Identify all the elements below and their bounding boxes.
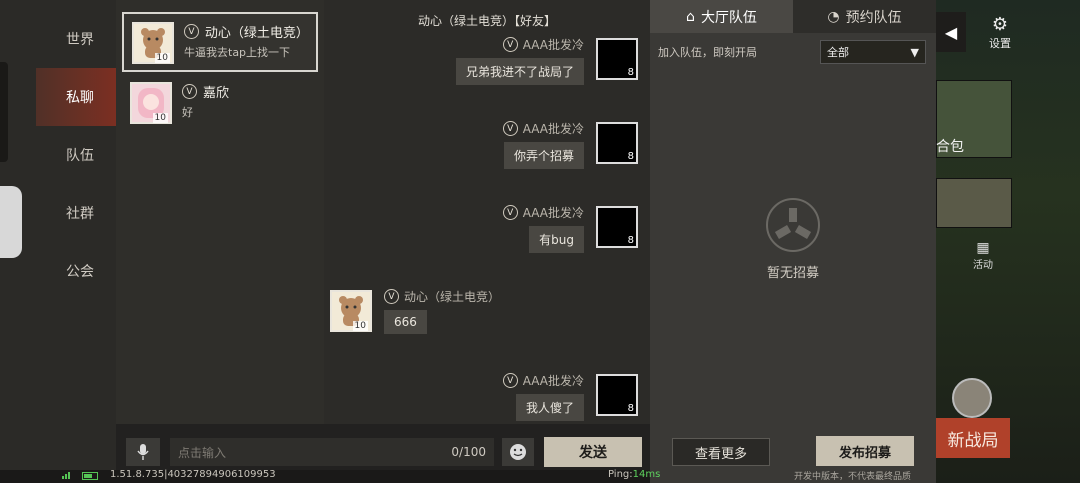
settings-button[interactable]: ⚙ 设置 — [980, 14, 1020, 51]
message-bubble: 兄弟我进不了战局了 — [455, 58, 584, 85]
join-hint: 加入队伍，即刻开局 — [658, 46, 757, 59]
v-badge-icon: V — [502, 205, 518, 220]
contact-last-message: 牛逼我去tap上找一下 — [184, 46, 291, 59]
sender-avatar[interactable]: 10 — [330, 290, 372, 332]
thumbnail-label: 合包 — [936, 139, 964, 155]
clock-icon: ◔ — [827, 8, 840, 25]
level-badge: 8 — [627, 403, 634, 414]
tab-world[interactable]: 世界 — [36, 10, 116, 68]
message-bubble: 你弄个招募 — [503, 142, 584, 169]
tab-community[interactable]: 社群 — [36, 184, 116, 242]
level-badge: 8 — [627, 235, 634, 246]
left-edge-button[interactable] — [0, 186, 22, 258]
dropdown-arrow-icon: ▼ — [910, 45, 919, 59]
game-scene-background — [930, 0, 1080, 483]
v-badge-icon: V — [502, 373, 518, 388]
chat-message: V 动心（绿土电竞） 666 — [384, 288, 500, 334]
message-sender: 动心（绿土电竞） — [404, 290, 501, 304]
level-badge: 8 — [627, 67, 634, 78]
view-more-button[interactable]: 查看更多 — [672, 438, 770, 466]
contact-name: 动心（绿土电竞） — [204, 26, 309, 41]
level-badge: 10 — [154, 53, 170, 63]
version-text: 1.51.8.735|40327894906109953 — [110, 469, 276, 480]
status-bar: 1.51.8.735|40327894906109953 Ping:14ms — [0, 469, 660, 483]
sender-avatar[interactable]: 8 — [596, 206, 638, 248]
chat-panel: 动心（绿土电竞）【好友】 V AAA批发冷 兄弟我进不了战局了 8 V AAA批发冷… — [324, 0, 650, 424]
message-bubble: 有bug — [529, 226, 584, 253]
microphone-icon — [137, 444, 149, 460]
channel-tabs: 世界 私聊 队伍 社群 公会 — [0, 0, 116, 470]
filter-value: 全部 — [827, 46, 849, 59]
gear-icon: ⚙ — [991, 14, 1009, 35]
tab-label: 大厅队伍 — [700, 9, 757, 26]
message-sender: AAA批发冷 — [522, 38, 584, 52]
avatar: 10 — [132, 22, 174, 64]
ping-value: 14ms — [632, 469, 661, 480]
message-bubble: 666 — [384, 310, 427, 334]
sender-avatar[interactable]: 8 — [596, 38, 638, 80]
v-badge-icon: V — [384, 289, 399, 304]
sender-avatar[interactable]: 8 — [596, 374, 638, 416]
contact-last-message: 好 — [182, 106, 193, 119]
tab-lobby-team[interactable]: ⌂ 大厅队伍 — [650, 0, 793, 33]
ping-indicator: Ping:14ms — [608, 469, 660, 480]
left-edge-handle — [0, 62, 8, 162]
message-sender: AAA批发冷 — [522, 206, 584, 220]
chat-message: V AAA批发冷 你弄个招募 — [502, 120, 584, 169]
send-button[interactable]: 发送 — [544, 437, 642, 467]
chat-message: V AAA批发冷 兄弟我进不了战局了 — [455, 36, 584, 85]
smiley-icon — [510, 444, 526, 460]
chat-message: V AAA批发冷 我人傻了 — [502, 372, 584, 421]
chat-title: 动心（绿土电竞）【好友】 — [417, 14, 556, 28]
tab-team[interactable]: 队伍 — [36, 126, 116, 184]
v-badge-icon: V — [502, 37, 518, 52]
collapse-panel-button[interactable]: ◀ — [936, 12, 966, 52]
v-badge-icon: V — [184, 24, 199, 39]
contact-item-jiaxin[interactable]: 10 V 嘉欣 好 — [122, 74, 318, 134]
message-sender: AAA批发冷 — [522, 122, 584, 136]
sender-avatar[interactable]: 8 — [596, 122, 638, 164]
team-panel: ⌂ 大厅队伍 ◔ 预约队伍 加入队伍，即刻开局 全部 ▼ 暂无招募 查看更多 发布招… — [650, 0, 936, 483]
level-badge: 8 — [627, 151, 634, 162]
chat-message: V AAA批发冷 有bug — [502, 204, 584, 253]
v-badge-icon: V — [502, 121, 518, 136]
signal-icon — [62, 472, 70, 479]
v-badge-icon: V — [182, 84, 197, 99]
settings-label: 设置 — [989, 37, 1011, 50]
filter-select[interactable]: 全部 ▼ — [820, 40, 926, 64]
event-thumbnail[interactable] — [936, 178, 1012, 228]
empty-recruit-icon — [766, 198, 820, 252]
message-sender: AAA批发冷 — [522, 374, 584, 388]
input-placeholder: 点击输入 — [178, 445, 227, 460]
home-icon: ⌂ — [686, 8, 695, 25]
tab-label: 预约队伍 — [845, 9, 902, 26]
tab-guild[interactable]: 公会 — [36, 242, 116, 300]
contact-name: 嘉欣 — [203, 86, 230, 101]
emoji-button[interactable] — [502, 438, 534, 466]
empty-state-text: 暂无招募 — [766, 266, 819, 281]
message-input[interactable]: 点击输入 0/100 — [170, 438, 494, 466]
chat-input-bar: 点击输入 0/100 发送 — [116, 424, 650, 470]
character-counter: 0/100 — [451, 445, 486, 459]
level-badge: 10 — [352, 321, 368, 331]
ping-label: Ping: — [608, 469, 633, 480]
tab-reserve-team[interactable]: ◔ 预约队伍 — [793, 0, 936, 33]
battery-icon — [82, 472, 98, 480]
triangle-left-icon: ◀ — [944, 22, 958, 42]
contact-list: 10 V 动心（绿土电竞） 牛逼我去tap上找一下 10 V 嘉欣 好 — [116, 0, 324, 424]
new-battle-button[interactable]: 新战局 — [936, 418, 1010, 458]
level-badge: 10 — [152, 113, 168, 123]
post-recruit-button[interactable]: 发布招募 — [816, 436, 914, 466]
calendar-icon: ▦ — [976, 240, 990, 256]
activity-label: 活动 — [973, 260, 993, 271]
voice-button[interactable] — [126, 438, 160, 466]
contact-item-dongxin[interactable]: 10 V 动心（绿土电竞） 牛逼我去tap上找一下 — [122, 12, 318, 72]
team-tabs: ⌂ 大厅队伍 ◔ 预约队伍 — [650, 0, 936, 33]
dev-version-note: 开发中版本，不代表最终品质 — [794, 472, 912, 482]
rank-emblem-icon[interactable] — [952, 378, 992, 418]
message-bubble: 我人傻了 — [515, 394, 584, 421]
activity-button[interactable]: ▦ 活动 — [962, 240, 1004, 271]
avatar: 10 — [130, 82, 172, 124]
tab-private-chat[interactable]: 私聊 — [36, 68, 116, 126]
